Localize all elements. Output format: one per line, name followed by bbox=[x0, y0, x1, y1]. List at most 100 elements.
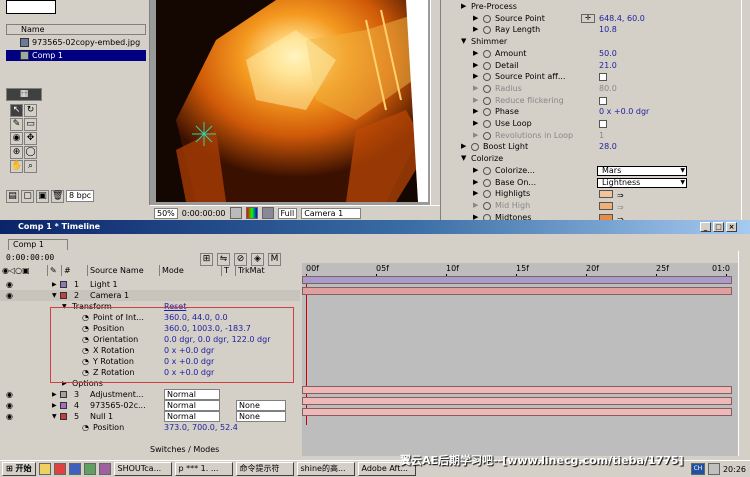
work-area-bar[interactable] bbox=[302, 251, 738, 263]
quicklaunch-ie-icon[interactable] bbox=[68, 463, 81, 475]
stopwatch-icon[interactable] bbox=[483, 84, 491, 93]
disclosure-triangle-icon[interactable]: ▶ bbox=[461, 1, 466, 13]
disclosure-triangle-icon[interactable]: ▶ bbox=[473, 71, 478, 83]
quicklaunch-folder-icon[interactable] bbox=[38, 463, 51, 475]
effect-param-row[interactable]: ▶ Detail 21.0 bbox=[449, 60, 739, 72]
stopwatch-icon[interactable] bbox=[483, 73, 491, 82]
t-header[interactable]: T bbox=[222, 265, 236, 276]
effect-checkbox[interactable] bbox=[599, 73, 607, 82]
disclosure-triangle-icon[interactable]: ▶ bbox=[473, 83, 478, 95]
layer-row[interactable]: ◉ ▼ 5 Null 1 Normal None bbox=[0, 411, 300, 422]
disclosure-triangle-icon[interactable]: ▶ bbox=[473, 24, 478, 36]
disclosure-triangle-icon[interactable]: ▶ bbox=[473, 118, 478, 130]
layer-duration-bar[interactable] bbox=[302, 276, 732, 284]
effect-param-value[interactable]: 10.8 bbox=[599, 24, 617, 36]
disclosure-triangle-icon[interactable]: ▶ bbox=[473, 165, 478, 177]
effect-param-row[interactable]: ▶ Boost Light 28.0 bbox=[449, 141, 739, 153]
viewer-scrollbar[interactable] bbox=[430, 0, 440, 205]
task-button[interactable]: SHOUTca... bbox=[113, 462, 172, 476]
disclosure-triangle-icon[interactable]: ▶ bbox=[473, 177, 478, 189]
trash-icon[interactable]: 🗑 bbox=[51, 190, 64, 203]
effect-param-row[interactable]: ▶ Amount 50.0 bbox=[449, 48, 739, 60]
effect-param-value[interactable]: 28.0 bbox=[599, 141, 617, 153]
layer-expand-icon[interactable]: ▶ bbox=[52, 279, 57, 290]
effect-param-row[interactable]: ▶ Pre-Process bbox=[449, 1, 739, 13]
effect-param-value[interactable]: 1 bbox=[599, 130, 604, 142]
close-icon[interactable]: × bbox=[726, 222, 737, 232]
effects-scrollbar[interactable] bbox=[741, 0, 750, 220]
layer-name[interactable]: Null 1 bbox=[90, 411, 113, 422]
effect-param-row[interactable]: ▶ Use Loop bbox=[449, 118, 739, 130]
quicklaunch-other-icon[interactable] bbox=[98, 463, 111, 475]
orbit-camera-tool-icon[interactable]: ◉ bbox=[10, 132, 23, 145]
interpret-footage-icon[interactable]: ▤ bbox=[6, 190, 19, 203]
mode-header[interactable]: Mode bbox=[160, 265, 222, 276]
effect-checkbox[interactable] bbox=[599, 120, 607, 128]
rotation-tool-icon[interactable]: ↻ bbox=[24, 104, 37, 117]
layer-row[interactable]: ◉ ▼ 2 Camera 1 bbox=[0, 290, 300, 301]
channels-icon[interactable] bbox=[245, 207, 258, 219]
volume-icon[interactable] bbox=[707, 463, 720, 475]
project-name-header[interactable]: Name bbox=[6, 24, 146, 35]
effect-param-row[interactable]: ▶ Revolutions in Loop 1 bbox=[449, 130, 739, 142]
disclosure-triangle-icon[interactable]: ▶ bbox=[473, 106, 478, 118]
blend-mode-dropdown[interactable]: Normal bbox=[164, 411, 220, 422]
effect-param-row[interactable]: ▶ Phase 0 x +0.0 dgr bbox=[449, 106, 739, 118]
property-row[interactable]: ◔ Position 373.0, 700.0, 52.4 bbox=[0, 422, 300, 433]
hand-tool-icon[interactable]: ✋ bbox=[10, 160, 23, 173]
effect-param-row[interactable]: ▶ Ray Length 10.8 bbox=[449, 24, 739, 36]
visibility-eye-icon[interactable]: ◉ bbox=[6, 290, 13, 301]
disclosure-triangle-icon[interactable]: ▼ bbox=[461, 36, 466, 48]
timeline-scrollbar[interactable] bbox=[738, 251, 750, 456]
color-swatch[interactable] bbox=[599, 201, 613, 210]
zoom-dropdown[interactable]: 50% bbox=[154, 207, 178, 219]
layer-row[interactable]: ◉ ▶ 3 Adjustment... Normal bbox=[0, 389, 300, 400]
camera-view-dropdown[interactable]: Camera 1 bbox=[301, 207, 362, 219]
layer-row[interactable]: ◉ ▶ 4 973565-02c... Normal None bbox=[0, 400, 300, 411]
maximize-icon[interactable]: □ bbox=[713, 222, 724, 232]
disclosure-triangle-icon[interactable]: ▶ bbox=[473, 130, 478, 142]
selection-tool-icon[interactable]: ↖ bbox=[10, 104, 23, 117]
effect-param-row[interactable]: ▶ Source Point 648.4, 60.0 ✛ bbox=[449, 13, 739, 25]
track-xy-tool-icon[interactable]: ✥ bbox=[24, 132, 37, 145]
stopwatch-icon[interactable] bbox=[483, 190, 491, 199]
project-item-comp[interactable]: Comp 1 bbox=[6, 50, 146, 61]
layer-expand-icon[interactable]: ▶ bbox=[52, 389, 57, 400]
stopwatch-icon[interactable] bbox=[483, 120, 491, 128]
quicklaunch-media-icon[interactable] bbox=[83, 463, 96, 475]
property-value[interactable]: 373.0, 700.0, 52.4 bbox=[164, 422, 238, 433]
layer-expand-icon[interactable]: ▼ bbox=[52, 290, 57, 301]
stopwatch-icon[interactable] bbox=[483, 178, 491, 187]
layer-expand-icon[interactable]: ▼ bbox=[52, 411, 57, 422]
timeline-tab[interactable]: Comp 1 bbox=[8, 239, 68, 250]
minimize-icon[interactable]: _ bbox=[700, 222, 711, 232]
switches-modes-toggle[interactable]: Switches / Modes bbox=[150, 444, 219, 455]
blend-mode-dropdown[interactable]: Normal bbox=[164, 400, 220, 411]
effect-param-row[interactable]: ▶ Base On... Lightness bbox=[449, 177, 739, 189]
effect-checkbox[interactable] bbox=[599, 96, 607, 105]
quicklaunch-app-icon[interactable] bbox=[53, 463, 66, 475]
stopwatch-icon[interactable]: ◔ bbox=[82, 422, 89, 433]
stopwatch-icon[interactable] bbox=[483, 61, 491, 70]
layer-name[interactable]: Light 1 bbox=[90, 279, 118, 290]
snapshot-icon[interactable] bbox=[229, 207, 242, 219]
layer-label-color[interactable] bbox=[60, 413, 67, 420]
effect-param-row[interactable]: ▼ Colorize bbox=[449, 153, 739, 165]
new-folder-icon[interactable]: ▢ bbox=[21, 190, 34, 203]
crosshair-icon[interactable]: ✛ bbox=[581, 13, 595, 23]
effect-param-value[interactable]: 648.4, 60.0 ✛ bbox=[581, 13, 645, 25]
bit-depth-button[interactable]: 8 bpc bbox=[66, 190, 95, 202]
stopwatch-icon[interactable] bbox=[483, 49, 491, 58]
resolution-dropdown[interactable]: Full bbox=[277, 207, 298, 219]
disclosure-triangle-icon[interactable]: ▶ bbox=[473, 48, 478, 60]
layer-name[interactable]: 973565-02c... bbox=[90, 400, 146, 411]
effect-param-row[interactable]: ▶ Source Point aff... bbox=[449, 71, 739, 83]
effect-param-row[interactable]: ▶ Radius 80.0 bbox=[449, 83, 739, 95]
disclosure-triangle-icon[interactable]: ▶ bbox=[461, 141, 466, 153]
visibility-eye-icon[interactable]: ◉ bbox=[6, 279, 13, 290]
disclosure-triangle-icon[interactable]: ▶ bbox=[473, 200, 478, 212]
layer-row[interactable]: ◉ ▶ 1 Light 1 bbox=[0, 279, 300, 290]
task-button[interactable]: 命令提示符 bbox=[235, 462, 294, 476]
disclosure-triangle-icon[interactable]: ▼ bbox=[461, 153, 466, 165]
visibility-eye-icon[interactable]: ◉ bbox=[6, 411, 13, 422]
